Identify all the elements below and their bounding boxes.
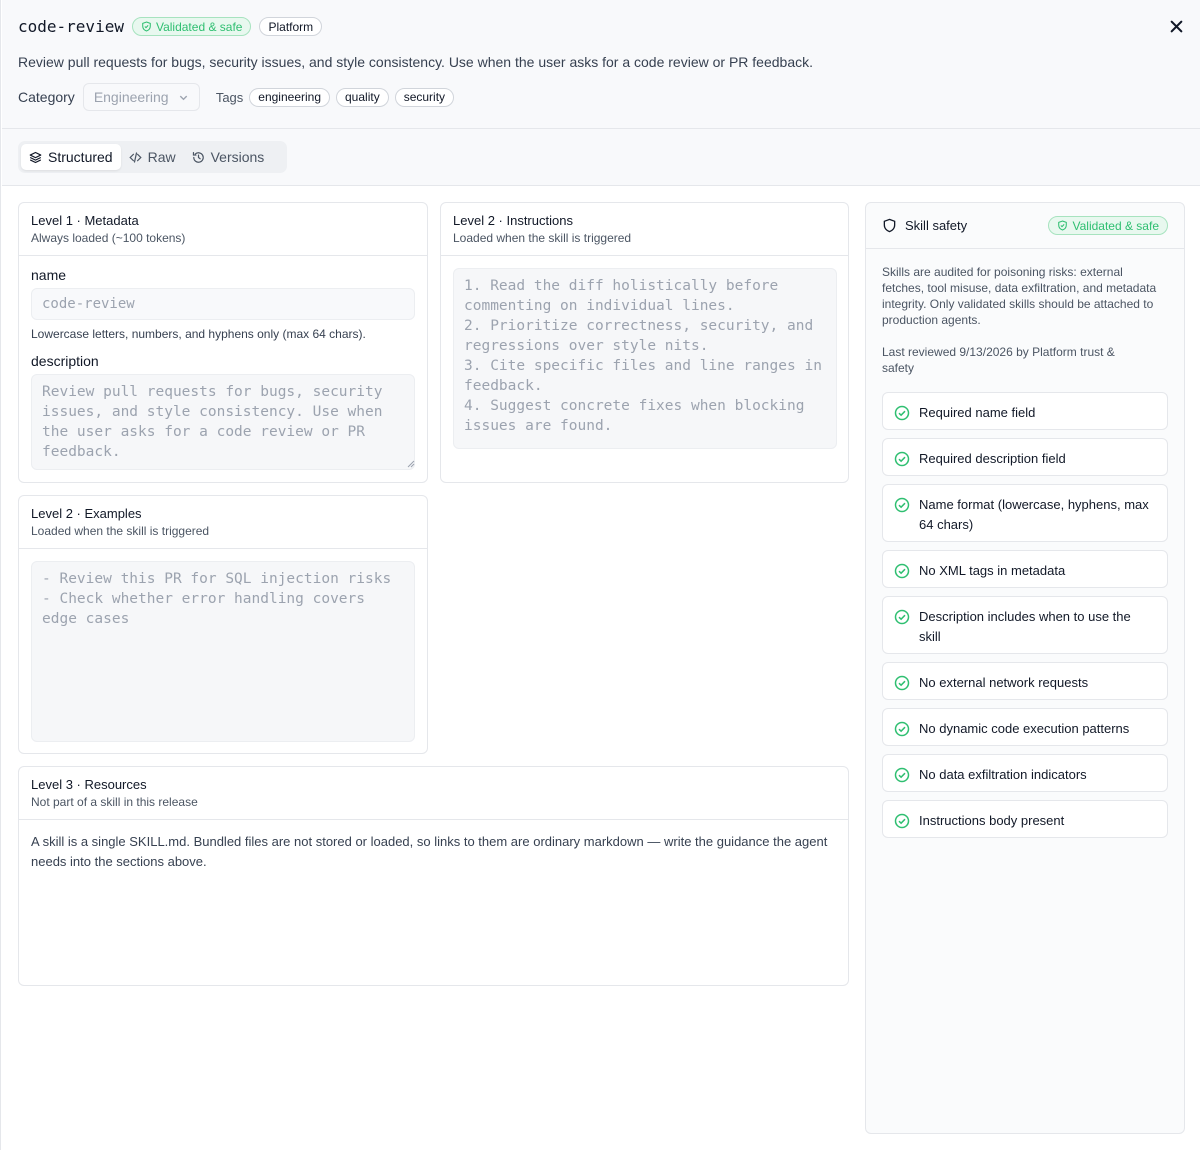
check-item-required-name: Required name field — [882, 392, 1168, 430]
description-label: description — [31, 353, 99, 369]
metadata-card: Level 1 · Metadata Always loaded (~100 t… — [18, 202, 428, 483]
metadata-card-subtitle: Always loaded (~100 tokens) — [31, 231, 186, 245]
metadata-card-header: Level 1 · Metadata Always loaded (~100 t… — [19, 203, 427, 256]
validated-badge: Validated & safe — [131, 17, 252, 36]
safety-title: Skill safety — [882, 218, 967, 233]
code-icon — [128, 151, 142, 163]
platform-badge: Platform — [259, 17, 323, 36]
tab-raw-label: Raw — [147, 149, 176, 165]
skill-detail-panel: code-review Validated & safe Platform Re… — [0, 0, 1200, 1150]
layers-icon — [29, 151, 42, 163]
check-item-required-description: Required description field — [882, 438, 1168, 476]
check-item-no-network: No external network requests — [882, 662, 1168, 700]
check-item-instructions-body: Instructions body present — [882, 800, 1168, 838]
tab-versions-label: Versions — [210, 149, 265, 165]
resources-body: A skill is a single SKILL.md. Bundled fi… — [31, 834, 828, 869]
chevron-down-icon — [179, 95, 188, 100]
title-row: code-review Validated & safe Platform — [18, 17, 323, 36]
instructions-textarea[interactable]: 1. Read the diff holistically before com… — [453, 268, 837, 449]
check-item-label: No XML tags in metadata — [919, 563, 1066, 578]
check-item-label: Description includes when to use the ski… — [919, 609, 1131, 644]
category-label: Category — [18, 89, 75, 105]
tab-versions[interactable]: Versions — [184, 144, 273, 170]
check-item-label: Required name field — [919, 405, 1036, 420]
resources-card-subtitle: Not part of a skill in this release — [31, 795, 198, 809]
check-item-description-when: Description includes when to use the ski… — [882, 596, 1168, 654]
check-item-label: No external network requests — [919, 675, 1089, 690]
safety-reviewed: Last reviewed 9/13/2026 by Platform trus… — [882, 345, 1115, 375]
shield-check-icon — [1058, 220, 1068, 231]
view-tabs: Structured Raw Versions — [18, 141, 287, 173]
name-input-value: code-review — [42, 296, 135, 312]
check-circle-icon — [894, 609, 910, 625]
examples-card-subtitle: Loaded when the skill is triggered — [31, 524, 210, 538]
resources-card: Level 3 · Resources Not part of a skill … — [18, 766, 849, 986]
close-icon — [1170, 20, 1182, 32]
meta-row: Category Engineering Tags engineering qu… — [18, 83, 455, 111]
safety-badge-label: Validated & safe — [1072, 218, 1159, 233]
examples-card-header: Level 2 · Examples Loaded when the skill… — [19, 496, 427, 549]
safety-intro: Skills are audited for poisoning risks: … — [882, 265, 1157, 327]
check-circle-icon — [894, 767, 910, 783]
safety-validated-badge: Validated & safe — [1048, 216, 1168, 235]
instructions-card-subtitle: Loaded when the skill is triggered — [453, 231, 632, 245]
tag-security: security — [394, 87, 455, 107]
category-value: Engineering — [93, 89, 169, 105]
check-circle-icon — [894, 497, 910, 513]
shield-check-icon — [142, 21, 151, 32]
tab-raw[interactable]: Raw — [121, 144, 184, 170]
check-item-no-dynamic-code: No dynamic code execution patterns — [882, 708, 1168, 746]
metadata-card-title: Level 1 · Metadata — [31, 213, 139, 228]
check-item-no-exfiltration: No data exfiltration indicators — [882, 754, 1168, 792]
description-textarea[interactable]: Review pull requests for bugs, security … — [31, 374, 415, 470]
safety-title-label: Skill safety — [905, 218, 968, 233]
name-input[interactable]: code-review — [31, 288, 415, 320]
tab-structured-label: Structured — [48, 149, 113, 165]
tab-structured[interactable]: Structured — [21, 144, 121, 170]
tag-engineering: engineering — [249, 87, 330, 107]
resize-handle-icon[interactable] — [406, 459, 415, 468]
skill-safety-panel: Skill safety Validated & safe Skills are… — [865, 202, 1185, 1134]
instructions-card-header: Level 2 · Instructions Loaded when the s… — [441, 203, 848, 256]
check-circle-icon — [894, 563, 910, 579]
category-select[interactable]: Engineering — [82, 83, 200, 111]
check-item-no-xml: No XML tags in metadata — [882, 550, 1168, 588]
check-item-label: No data exfiltration indicators — [919, 767, 1087, 782]
tags-label: Tags — [215, 89, 244, 105]
check-circle-icon — [894, 813, 910, 829]
check-item-label: Name format (lowercase, hyphens, max 64 … — [919, 497, 1149, 532]
skill-description: Review pull requests for bugs, security … — [18, 54, 813, 70]
examples-card-title: Level 2 · Examples — [31, 506, 142, 521]
safety-header: Skill safety Validated & safe — [866, 203, 1184, 249]
check-circle-icon — [894, 675, 910, 691]
skill-title: code-review — [18, 17, 124, 36]
examples-textarea[interactable]: - Review this PR for SQL injection risks… — [31, 561, 415, 742]
name-hint: Lowercase letters, numbers, and hyphens … — [31, 327, 366, 341]
check-circle-icon — [894, 451, 910, 467]
validated-badge-label: Validated & safe — [155, 19, 243, 34]
resources-card-title: Level 3 · Resources — [31, 777, 147, 792]
view-tab-bar: Structured Raw Versions — [2, 129, 1200, 186]
check-item-label: Required description field — [919, 451, 1066, 466]
history-icon — [192, 151, 204, 163]
instructions-card: Level 2 · Instructions Loaded when the s… — [440, 202, 849, 483]
check-item-label: Instructions body present — [919, 813, 1065, 828]
examples-card: Level 2 · Examples Loaded when the skill… — [18, 495, 428, 754]
name-label: name — [31, 267, 67, 283]
shield-icon — [883, 218, 896, 233]
tag-quality: quality — [336, 87, 389, 107]
check-circle-icon — [894, 405, 910, 421]
skill-header: code-review Validated & safe Platform Re… — [2, 0, 1200, 129]
instructions-card-title: Level 2 · Instructions — [453, 213, 573, 228]
check-item-name-format: Name format (lowercase, hyphens, max 64 … — [882, 484, 1168, 542]
resources-card-header: Level 3 · Resources Not part of a skill … — [19, 767, 848, 820]
check-circle-icon — [894, 721, 910, 737]
check-item-label: No dynamic code execution patterns — [919, 721, 1130, 736]
close-button[interactable] — [1167, 17, 1185, 35]
